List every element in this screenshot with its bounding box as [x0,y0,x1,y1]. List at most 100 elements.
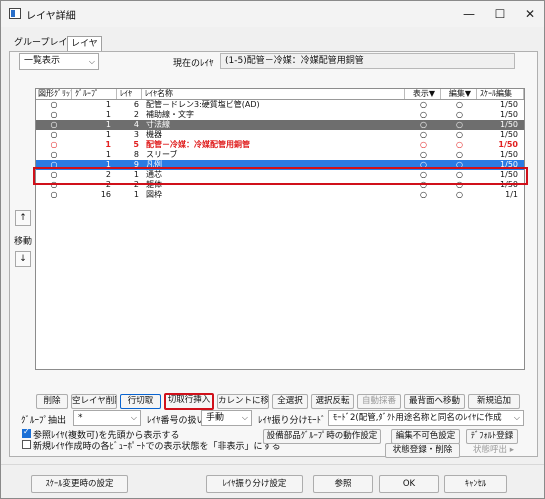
row-show: ○ [420,130,427,139]
row-show: ○ [420,120,427,129]
col-scale[interactable]: ｽｹｰﾙ編集 [478,89,524,99]
row-group: 1 [105,140,111,149]
delete-empty-layer-button[interactable]: 空レイヤ削除 [71,394,117,409]
group-extract-select[interactable]: * ⌵ [73,410,141,426]
reference-layer-checkbox[interactable] [22,427,31,438]
current-layer-label: 現在のﾚｲﾔ [173,59,214,69]
move-up-button[interactable]: ↑ [15,210,31,226]
default-register-button[interactable]: ﾃﾞﾌｫﾙﾄ登録 [466,429,518,444]
row-group: 1 [105,100,111,109]
ok-button[interactable]: OK [379,475,439,493]
row-layer: 1 [133,190,139,199]
row-layer: 8 [133,150,139,159]
assign-mode-select[interactable]: ﾓｰﾄﾞ2(配管,ﾀﾞｸﾄ用途名称と同名のﾚｲﾔに作成 ⌵ [328,410,524,426]
assign-mode-label: ﾚｲﾔ振り分けﾓｰﾄﾞ [258,416,326,426]
row-layer-name: 配管－ドレン3:硬質塩ビ管(AD) [146,100,260,109]
row-layer: 2 [133,110,139,119]
row-group: 1 [105,150,111,159]
row-show: ○ [420,140,427,149]
row-edit: ○ [456,150,463,159]
row-show: ○ [420,190,427,199]
title-bar: レイヤ詳細 — ☐ ✕ [1,1,544,27]
move-down-button[interactable]: ↓ [15,251,31,267]
invert-selection-button[interactable]: 選択反転 [311,394,354,409]
chevron-down-icon: ⌵ [88,57,95,66]
col-layer[interactable]: ﾚｲﾔ [118,89,142,99]
cancel-button[interactable]: ｷｬﾝｾﾙ [444,475,507,493]
col-grip[interactable]: 図形ｸﾞﾘｯﾌﾟ [36,89,72,99]
table-row[interactable]: ○ 1 5 配管－冷媒：冷媒配管用銅管 ○ ○ 1/50 [36,140,524,150]
chevron-down-icon: ⌵ [241,413,248,422]
layer-detail-window: レイヤ詳細 — ☐ ✕ グループレイヤ レイヤ 一覧表示 ⌵ 現在のﾚｲﾔ (1… [0,0,545,499]
move-to-current-button[interactable]: カレントに移動 [217,394,269,409]
row-grip: ○ [50,110,58,119]
layer-number-select[interactable]: 手動 ⌵ [201,410,252,426]
uneditable-color-button[interactable]: 編集不可色設定 [391,429,460,444]
row-layer-name: 寸法線 [146,120,170,129]
chevron-down-icon: ⌵ [130,413,137,422]
hide-new-layer-checkbox[interactable] [22,440,31,449]
row-grip: ○ [50,100,58,109]
cut-row-button[interactable]: 行切取 [120,394,161,409]
row-edit: ○ [456,120,463,129]
table-row[interactable]: ○ 16 1 図枠 ○ ○ 1/1 [36,190,524,200]
row-show: ○ [420,100,427,109]
hide-new-layer-label: 新規ﾚｲﾔ作成時の各ﾋﾞｭｰﾎﾟｰﾄでの表示状態を「非表示」にする [33,442,281,452]
reference-button[interactable]: 参照 [313,475,373,493]
footer-separator [1,464,544,465]
row-layer: 3 [133,130,139,139]
row-layer-name: スリーブ [146,150,178,159]
row-scale: 1/50 [498,140,518,149]
insert-cut-row-button[interactable]: 切取行挿入 [164,393,214,410]
row-scale: 1/1 [505,190,518,199]
tab-layer[interactable]: レイヤ [67,36,102,52]
state-register-button[interactable]: 状態登録・削除 [385,443,460,458]
row-group: 16 [100,190,111,199]
row-grip: ○ [50,130,58,139]
row-grip: ○ [50,190,58,199]
row-scale: 1/50 [500,150,518,159]
table-row[interactable]: ○ 1 8 スリーブ ○ ○ 1/50 [36,150,524,160]
window-title: レイヤ詳細 [26,11,76,22]
col-layer-name[interactable]: ﾚｲﾔ名称 [143,89,405,99]
col-group[interactable]: ｸﾞﾙｰﾌﾟ [73,89,117,99]
state-load-button[interactable]: 状態呼出 ▸ [466,443,521,458]
row-layer-name: 機器 [146,130,162,139]
delete-button[interactable]: 削除 [36,394,68,409]
layer-assign-settings-button[interactable]: ﾚｲﾔ振り分け設定 [206,475,303,493]
row-show: ○ [420,150,427,159]
scale-change-settings-button[interactable]: ｽｹｰﾙ変更時の設定 [31,475,128,493]
group-extract-value: * [78,413,83,423]
close-button[interactable]: ✕ [515,4,545,24]
col-show[interactable]: 表示▼ [406,89,441,99]
selected-row-highlight [33,167,528,185]
row-edit: ○ [456,100,463,109]
equipment-group-settings-button[interactable]: 設備部品ｸﾞﾙｰﾌﾟ時の動作設定 [263,429,381,444]
layer-number-value: 手動 [206,413,225,423]
send-to-back-button[interactable]: 最背面へ移動 [404,394,465,409]
row-scale: 1/50 [500,110,518,119]
row-group: 1 [105,120,111,129]
table-row[interactable]: ○ 1 4 寸法線 ○ ○ 1/50 [36,120,524,130]
col-edit[interactable]: 編集▼ [442,89,477,99]
table-row[interactable]: ○ 1 2 補助線・文字 ○ ○ 1/50 [36,110,524,120]
row-edit: ○ [456,110,463,119]
view-mode-select[interactable]: 一覧表示 ⌵ [19,53,99,70]
table-row[interactable]: ○ 1 3 機器 ○ ○ 1/50 [36,130,524,140]
row-grip: ○ [50,150,58,159]
maximize-button[interactable]: ☐ [485,4,515,24]
group-extract-label: ｸﾞﾙｰﾌﾟ抽出 [21,416,67,426]
layer-table[interactable]: 図形ｸﾞﾘｯﾌﾟ ｸﾞﾙｰﾌﾟ ﾚｲﾔ ﾚｲﾔ名称 表示▼ 編集▼ ｽｹｰﾙ編集… [35,88,525,370]
auto-number-button[interactable]: 自動採番 [357,394,401,409]
table-header: 図形ｸﾞﾘｯﾌﾟ ｸﾞﾙｰﾌﾟ ﾚｲﾔ ﾚｲﾔ名称 表示▼ 編集▼ ｽｹｰﾙ編集 [36,89,524,100]
chevron-down-icon: ⌵ [511,411,520,425]
assign-mode-value: ﾓｰﾄﾞ2(配管,ﾀﾞｸﾄ用途名称と同名のﾚｲﾔに作成 [333,413,502,423]
add-new-button[interactable]: 新規追加 [468,394,520,409]
row-layer: 5 [133,140,139,149]
row-group: 1 [105,130,111,139]
minimize-button[interactable]: — [454,4,484,24]
table-row[interactable]: ○ 1 6 配管－ドレン3:硬質塩ビ管(AD) ○ ○ 1/50 [36,100,524,110]
row-layer: 6 [133,100,139,109]
window-app-icon [9,8,21,19]
select-all-button[interactable]: 全選択 [272,394,308,409]
